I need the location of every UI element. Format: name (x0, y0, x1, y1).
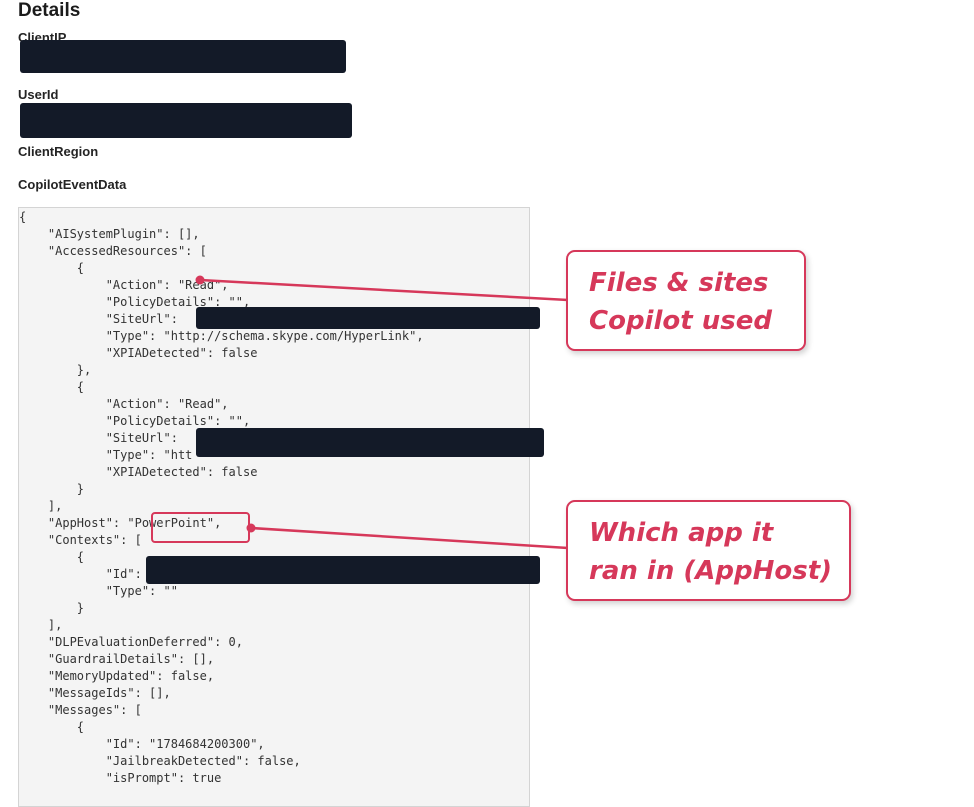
code-line: "isPrompt": true (19, 771, 222, 785)
resources-callout: Files & sites Copilot used (566, 250, 806, 351)
code-line: ], (19, 618, 63, 632)
code-line: "DLPEvaluationDeferred": 0, (19, 635, 243, 649)
resources-callout-line-1: Files & sites (589, 268, 769, 298)
code-line: "GuardrailDetails": [], (19, 652, 215, 666)
site-url-redaction-2 (196, 428, 544, 457)
code-line: "SiteUrl": (19, 431, 178, 445)
code-line: { (19, 380, 85, 394)
code-line: "Id": "1784684200300", (19, 737, 265, 751)
code-line: ], (19, 499, 63, 513)
code-line: "Action": "Read", (19, 397, 229, 411)
apphost-highlight (151, 512, 250, 543)
code-line: { (19, 261, 85, 275)
code-line: }, (19, 363, 92, 377)
apphost-callout-line-2: ran in (AppHost) (589, 556, 833, 586)
code-line: "AISystemPlugin": [], (19, 227, 200, 241)
code-line: "Contexts": [ (19, 533, 142, 547)
code-line: "AccessedResources": [ (19, 244, 207, 258)
client-ip-redaction (20, 40, 346, 73)
code-line: { (19, 720, 85, 734)
code-line: } (19, 482, 85, 496)
copilot-event-data-label: CopilotEventData (18, 177, 127, 192)
context-id-redaction (146, 556, 540, 584)
client-region-label: ClientRegion (18, 144, 99, 159)
apphost-callout: Which app it ran in (AppHost) (566, 500, 851, 601)
code-line: "Id": (19, 567, 142, 581)
code-line: "MemoryUpdated": false, (19, 669, 215, 683)
code-line: { (19, 210, 27, 224)
code-line: "SiteUrl": (19, 312, 178, 326)
site-url-redaction (196, 307, 540, 329)
code-panel[interactable]: { "AISystemPlugin": [], "AccessedResourc… (18, 207, 530, 807)
code-line: "Type": "" (19, 584, 178, 598)
code-line: "XPIADetected": false (19, 465, 258, 479)
section-title: Details (18, 0, 81, 21)
code-line: { (19, 550, 85, 564)
code-line: "JailbreakDetected": false, (19, 754, 301, 768)
code-line: "Type": "http://schema.skype.com/HyperLi… (19, 329, 424, 343)
code-line: "Action": "Read", (19, 278, 229, 292)
code-line: "Messages": [ (19, 703, 142, 717)
code-line: "XPIADetected": false (19, 346, 258, 360)
user-id-label: UserId (18, 87, 59, 102)
code-line: } (19, 601, 85, 615)
code-line: "MessageIds": [], (19, 686, 171, 700)
code-line: "Type": "htt (19, 448, 193, 462)
resources-callout-line-2: Copilot used (589, 306, 772, 336)
user-id-redaction (20, 103, 352, 138)
apphost-callout-line-1: Which app it (589, 518, 774, 548)
